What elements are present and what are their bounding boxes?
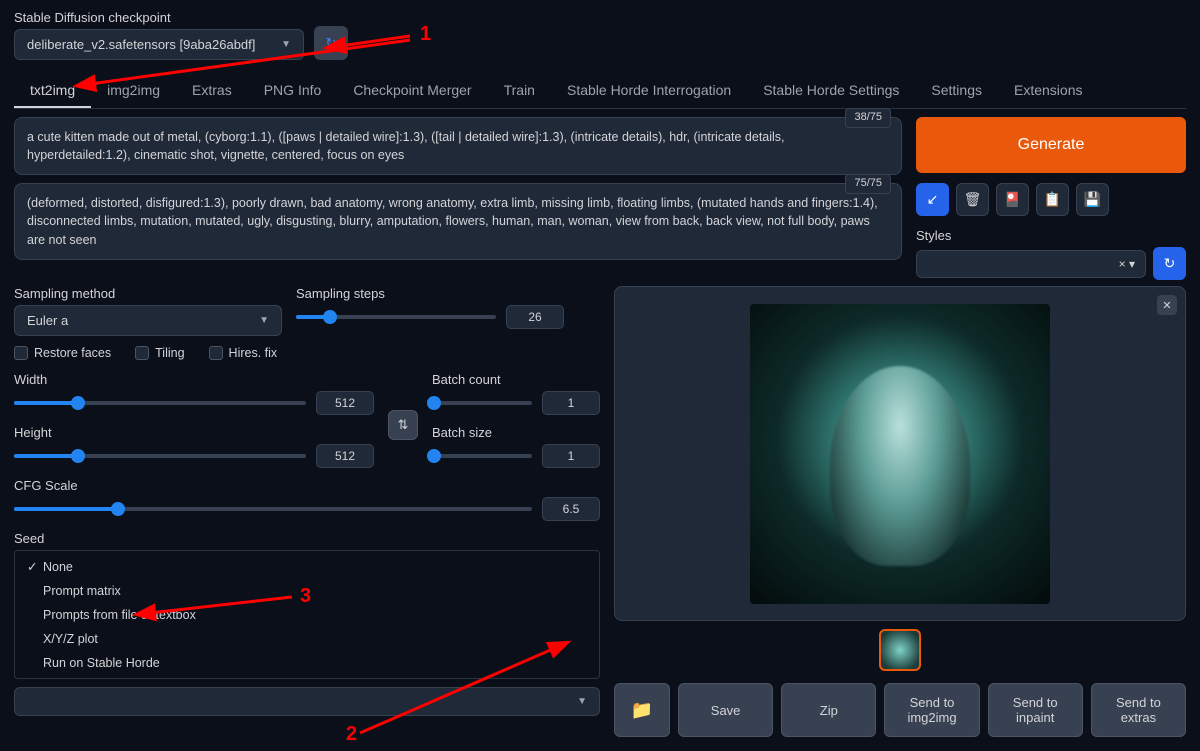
checkpoint-select[interactable]: deliberate_v2.safetensors [9aba26abdf] ▼ [14, 29, 304, 60]
styles-select[interactable]: × ▾ [916, 250, 1146, 278]
refresh-icon: ↻ [1164, 255, 1176, 272]
output-buttons: 📁 Save Zip Send to img2img Send to inpai… [614, 683, 1186, 737]
refresh-styles-button[interactable]: ↻ [1153, 247, 1186, 280]
sampling-method-label: Sampling method [14, 286, 282, 301]
cfg-label: CFG Scale [14, 478, 600, 493]
script-dropdown-open[interactable]: ✓NonePrompt matrixPrompts from file or t… [14, 550, 600, 679]
save-style-button[interactable]: 💾 [1076, 183, 1109, 216]
width-value[interactable]: 512 [316, 391, 374, 415]
clear-styles[interactable]: × ▾ [1119, 257, 1135, 271]
sampling-steps-label: Sampling steps [296, 286, 564, 301]
clipboard-button[interactable]: 📋 [1036, 183, 1069, 216]
tab-img2img[interactable]: img2img [91, 74, 176, 108]
tab-settings[interactable]: Settings [915, 74, 998, 108]
negative-prompt-textarea[interactable]: 75/75 (deformed, distorted, disfigured:1… [14, 183, 902, 259]
tab-png-info[interactable]: PNG Info [248, 74, 338, 108]
cfg-value[interactable]: 6.5 [542, 497, 600, 521]
send-inpaint-button[interactable]: Send to inpaint [988, 683, 1083, 737]
zip-button[interactable]: Zip [781, 683, 876, 737]
save-icon: 💾 [1084, 191, 1101, 208]
width-label: Width [14, 372, 374, 387]
script-option-none[interactable]: ✓None [15, 554, 599, 579]
styles-label: Styles [916, 228, 1186, 243]
batch-count-value[interactable]: 1 [542, 391, 600, 415]
close-icon: ✕ [1162, 299, 1171, 312]
send-img2img-button[interactable]: Send to img2img [884, 683, 979, 737]
folder-icon: 📁 [631, 700, 653, 721]
tab-train[interactable]: Train [488, 74, 551, 108]
script-option-prompts-from-file-or-textbox[interactable]: Prompts from file or textbox [15, 603, 599, 627]
script-option-prompt-matrix[interactable]: Prompt matrix [15, 579, 599, 603]
tiling-checkbox[interactable] [135, 346, 149, 360]
output-thumbnail[interactable] [879, 629, 921, 671]
width-slider[interactable] [14, 401, 306, 405]
prompt-text: a cute kitten made out of metal, (cyborg… [27, 130, 785, 162]
height-value[interactable]: 512 [316, 444, 374, 468]
prompt-token-count: 38/75 [845, 108, 891, 128]
arrow-icon: ↙ [927, 191, 939, 208]
close-image-button[interactable]: ✕ [1157, 295, 1177, 315]
tab-checkpoint-merger[interactable]: Checkpoint Merger [337, 74, 487, 108]
tab-stable-horde-interrogation[interactable]: Stable Horde Interrogation [551, 74, 747, 108]
chevron-down-icon: ▼ [281, 39, 291, 50]
restore-faces-checkbox[interactable] [14, 346, 28, 360]
prompt-tool-row: ↙ 🗑 🎴 📋 💾 [916, 183, 1186, 216]
hires-fix-label: Hires. fix [229, 346, 278, 360]
send-extras-button[interactable]: Send to extras [1091, 683, 1186, 737]
card-icon: 🎴 [1004, 191, 1021, 208]
style-card-button[interactable]: 🎴 [996, 183, 1029, 216]
prompt-textarea[interactable]: 38/75 a cute kitten made out of metal, (… [14, 117, 902, 175]
tab-extras[interactable]: Extras [176, 74, 248, 108]
tab-stable-horde-settings[interactable]: Stable Horde Settings [747, 74, 915, 108]
checkpoint-label: Stable Diffusion checkpoint [14, 10, 304, 25]
sampling-method-value: Euler a [27, 313, 68, 328]
script-select[interactable]: ▼ [14, 687, 600, 716]
refresh-icon: ↻ [326, 35, 337, 51]
batch-size-value[interactable]: 1 [542, 444, 600, 468]
trash-icon: 🗑 [964, 191, 982, 208]
script-option-x-y-z-plot[interactable]: X/Y/Z plot [15, 627, 599, 651]
refresh-checkpoint-button[interactable]: ↻ [314, 26, 348, 60]
tiling-label: Tiling [155, 346, 184, 360]
sampling-method-select[interactable]: Euler a ▼ [14, 305, 282, 336]
seed-label: Seed [14, 531, 600, 546]
chevron-down-icon: ▼ [577, 696, 587, 707]
height-slider[interactable] [14, 454, 306, 458]
restore-faces-label: Restore faces [34, 346, 111, 360]
batch-count-slider[interactable] [432, 401, 532, 405]
hires-fix-checkbox[interactable] [209, 346, 223, 360]
cfg-slider[interactable] [14, 507, 532, 511]
tab-txt2img[interactable]: txt2img [14, 74, 91, 108]
save-button[interactable]: Save [678, 683, 773, 737]
output-gallery: ✕ [614, 286, 1186, 621]
options-row: Restore faces Tiling Hires. fix [14, 346, 600, 360]
main-tabs: txt2imgimg2imgExtrasPNG InfoCheckpoint M… [14, 74, 1186, 109]
clear-prompt-button[interactable]: 🗑 [956, 183, 989, 216]
checkpoint-field: Stable Diffusion checkpoint deliberate_v… [14, 10, 304, 60]
height-label: Height [14, 425, 374, 440]
checkpoint-value: deliberate_v2.safetensors [9aba26abdf] [27, 37, 255, 52]
batch-count-label: Batch count [432, 372, 600, 387]
clipboard-icon: 📋 [1044, 191, 1061, 208]
generate-button[interactable]: Generate [916, 117, 1186, 173]
sampling-steps-value[interactable]: 26 [506, 305, 564, 329]
open-folder-button[interactable]: 📁 [614, 683, 670, 737]
chevron-down-icon: ▼ [259, 315, 269, 326]
script-option-run-on-stable-horde[interactable]: Run on Stable Horde [15, 651, 599, 675]
batch-size-label: Batch size [432, 425, 600, 440]
swap-wh-button[interactable]: ⇅ [388, 410, 418, 440]
tab-extensions[interactable]: Extensions [998, 74, 1098, 108]
generated-image[interactable] [750, 304, 1050, 604]
sampling-steps-slider[interactable] [296, 315, 496, 319]
read-prompt-button[interactable]: ↙ [916, 183, 949, 216]
batch-size-slider[interactable] [432, 454, 532, 458]
swap-icon: ⇅ [398, 417, 409, 433]
neg-prompt-token-count: 75/75 [845, 174, 891, 194]
neg-prompt-text: (deformed, distorted, disfigured:1.3), p… [27, 196, 878, 246]
checkpoint-row: Stable Diffusion checkpoint deliberate_v… [14, 10, 1186, 60]
